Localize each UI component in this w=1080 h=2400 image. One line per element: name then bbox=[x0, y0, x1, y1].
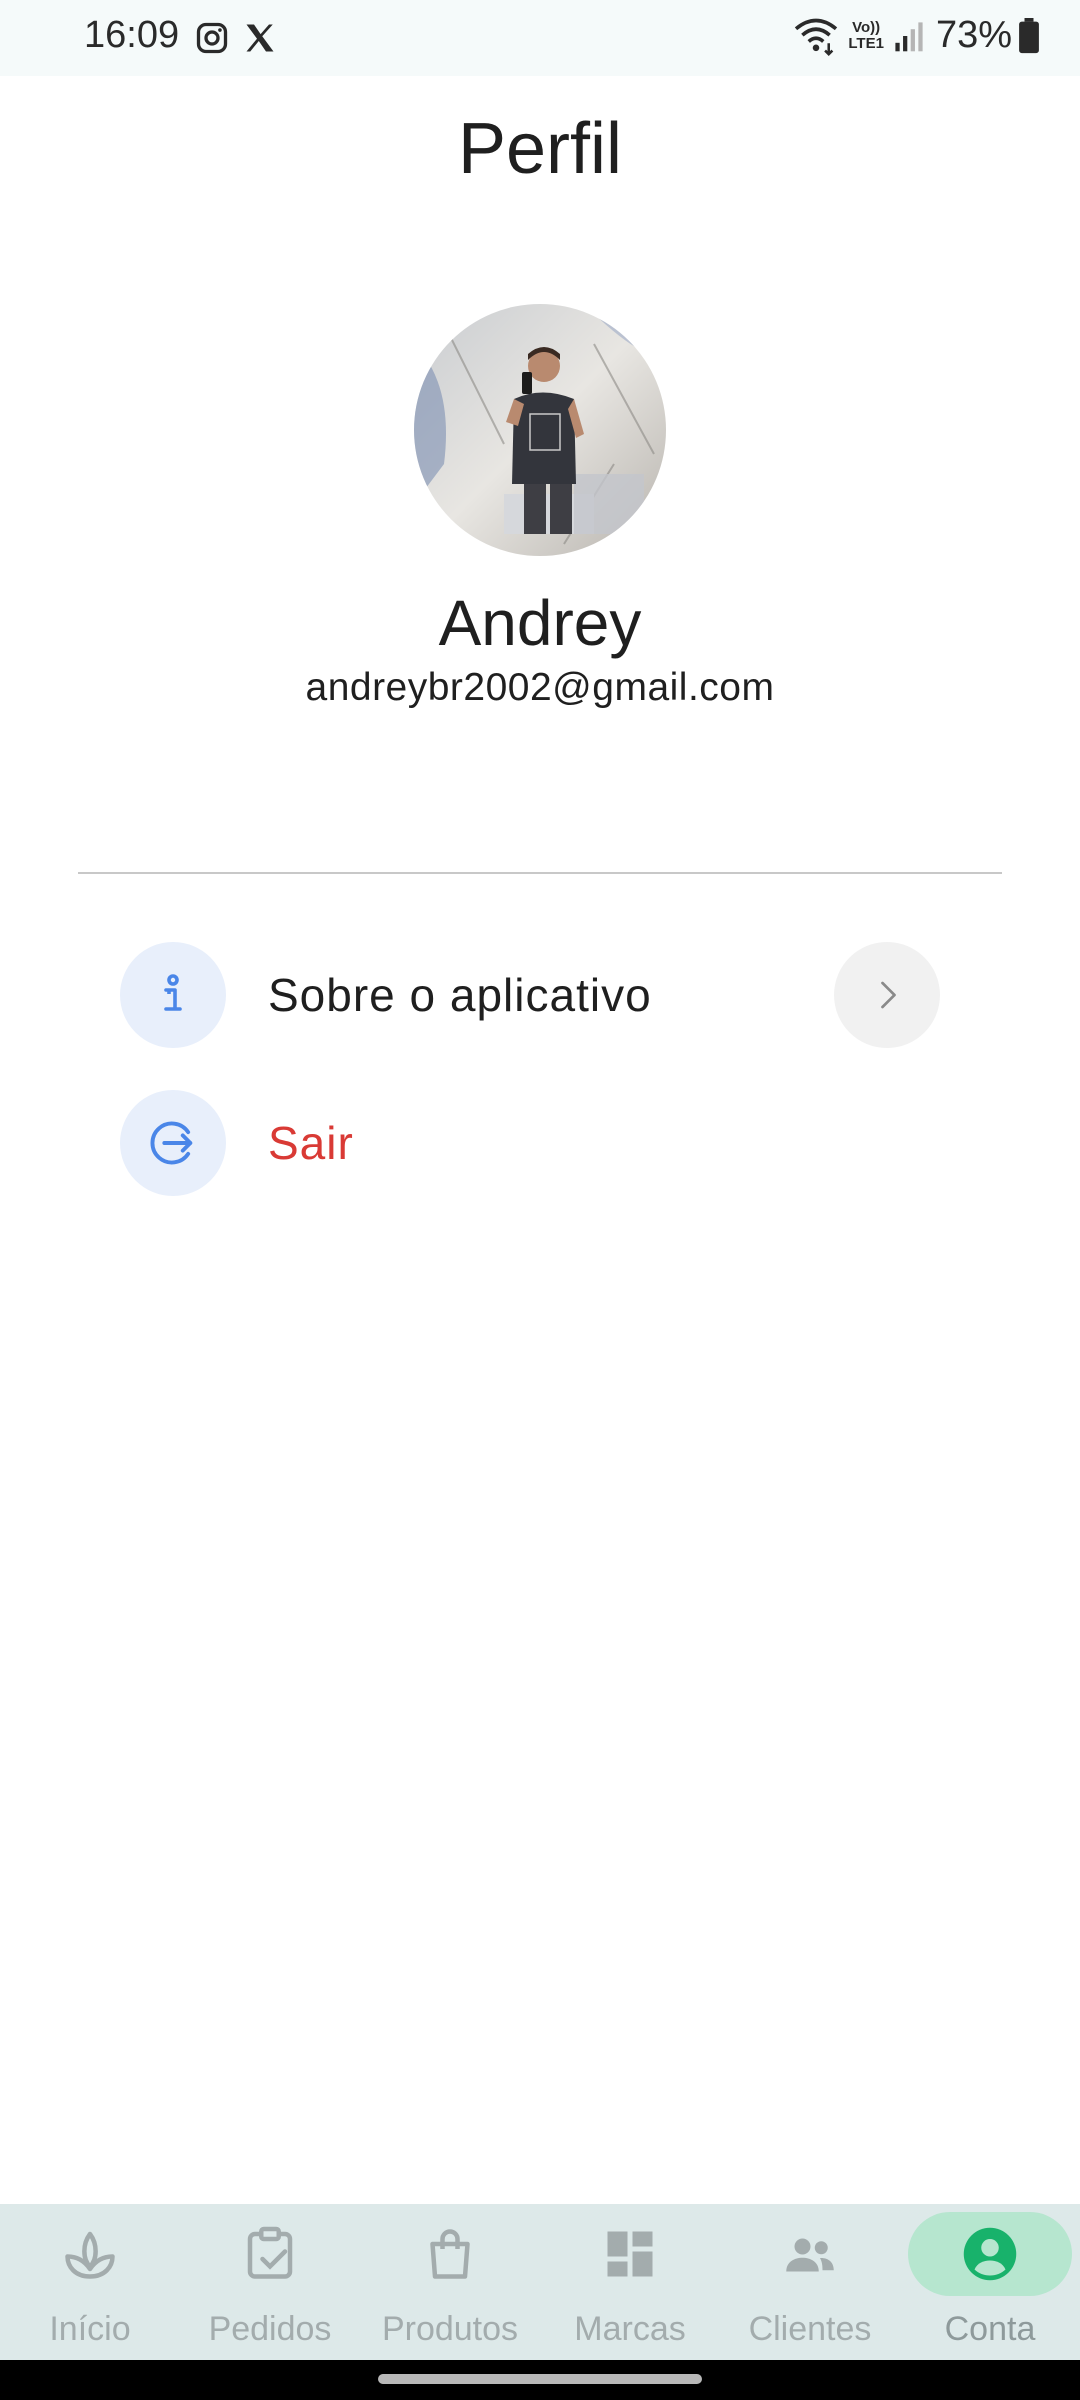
about-app-item[interactable]: Sobre o aplicativo bbox=[120, 942, 940, 1048]
about-icon-container bbox=[120, 942, 226, 1048]
status-bar: 16:09 Vo)) LTE1 73% bbox=[0, 0, 1080, 76]
nav-inicio[interactable]: Início bbox=[0, 2204, 180, 2360]
people-icon bbox=[786, 2238, 834, 2272]
x-icon bbox=[246, 24, 274, 52]
chevron-right-icon bbox=[881, 981, 896, 1009]
gesture-navigation-area bbox=[0, 2360, 1080, 2400]
clipboard-check-icon bbox=[247, 2226, 293, 2279]
dashboard-icon bbox=[607, 2231, 653, 2277]
nav-label: Pedidos bbox=[208, 2310, 332, 2348]
plant-icon bbox=[65, 2231, 115, 2279]
wifi-icon bbox=[795, 18, 838, 56]
logout-icon-container bbox=[120, 1090, 226, 1196]
user-name: Andrey bbox=[438, 587, 642, 659]
bottom-navigation: Início Pedidos Produtos Marcas Clientes … bbox=[0, 2204, 1080, 2360]
info-icon bbox=[164, 974, 182, 1011]
battery-icon bbox=[1019, 17, 1039, 53]
nav-conta[interactable]: Conta bbox=[900, 2204, 1080, 2360]
nav-label: Produtos bbox=[381, 2310, 519, 2348]
shopping-bag-icon bbox=[430, 2229, 470, 2279]
about-app-label: Sobre o aplicativo bbox=[268, 969, 652, 1021]
user-email: andreybr2002@gmail.com bbox=[305, 666, 775, 709]
status-time: 16:09 bbox=[84, 14, 180, 56]
nav-marcas[interactable]: Marcas bbox=[540, 2204, 720, 2360]
logout-label: Sair bbox=[268, 1117, 354, 1169]
account-circle-icon bbox=[963, 2227, 1017, 2281]
nav-label: Marcas bbox=[574, 2310, 686, 2348]
nav-pedidos[interactable]: Pedidos bbox=[180, 2204, 360, 2360]
gesture-handle[interactable] bbox=[378, 2374, 702, 2384]
page-title: Perfil bbox=[457, 109, 623, 189]
about-app-chevron-button[interactable] bbox=[834, 942, 940, 1048]
instagram-icon bbox=[196, 22, 228, 54]
divider bbox=[78, 872, 1002, 874]
logout-item[interactable]: Sair bbox=[120, 1090, 940, 1196]
avatar[interactable] bbox=[414, 304, 666, 556]
nav-label: Início bbox=[49, 2310, 131, 2348]
nav-clientes[interactable]: Clientes bbox=[720, 2204, 900, 2360]
nav-label: Conta bbox=[944, 2310, 1036, 2348]
signal-icon bbox=[895, 21, 923, 51]
battery-percent: 73% bbox=[935, 14, 1012, 56]
nav-label: Clientes bbox=[748, 2310, 872, 2348]
logout-icon bbox=[150, 1121, 193, 1165]
nav-produtos[interactable]: Produtos bbox=[360, 2204, 540, 2360]
profile-photo bbox=[414, 304, 666, 556]
volte-icon: Vo)) LTE1 bbox=[848, 18, 884, 52]
